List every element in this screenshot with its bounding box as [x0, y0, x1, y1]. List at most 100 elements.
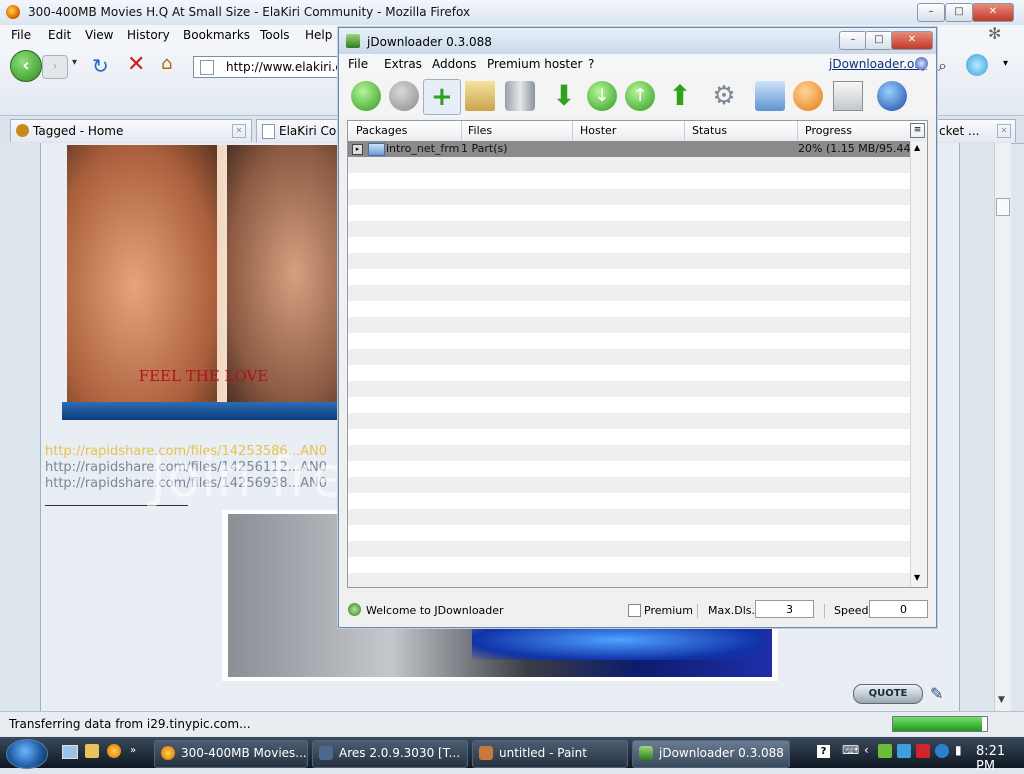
- tab-other[interactable]: cket ... ✕: [934, 119, 1016, 142]
- jdownloader-icon: [639, 746, 653, 760]
- minimize-button[interactable]: –: [917, 3, 945, 22]
- forward-arrow-icon[interactable]: ›: [42, 55, 68, 79]
- taskbar-item-paint[interactable]: untitled - Paint: [472, 740, 628, 768]
- move-up-icon[interactable]: ↑: [625, 81, 655, 111]
- jd-menu-help[interactable]: ?: [588, 57, 594, 71]
- show-desktop-icon[interactable]: [62, 745, 78, 759]
- move-down-icon[interactable]: ↓: [587, 81, 617, 111]
- maxdls-spinner[interactable]: 3: [755, 600, 814, 618]
- quote-button[interactable]: QUOTE: [853, 684, 923, 704]
- jd-menu-premium-hoster[interactable]: Premium hoster: [487, 57, 582, 71]
- open-folder-icon[interactable]: [465, 81, 495, 111]
- menu-tools[interactable]: Tools: [260, 28, 290, 42]
- system-clock[interactable]: 8:21 PM: [976, 744, 1024, 774]
- menu-help[interactable]: Help: [305, 28, 332, 42]
- premium-icon[interactable]: [793, 81, 823, 111]
- url-text: http://www.elakiri.c: [226, 60, 342, 74]
- settings-gear-icon[interactable]: ⚙: [709, 81, 739, 111]
- menu-bookmarks[interactable]: Bookmarks: [183, 28, 250, 42]
- table-row[interactable]: ▸ intro_net_frmw 1 Part(s) 20% (1.15 MB/…: [348, 141, 910, 157]
- scroll-down-icon[interactable]: ▼: [998, 695, 1005, 705]
- help-icon[interactable]: ?: [817, 745, 830, 758]
- column-chooser-icon[interactable]: ≡: [910, 123, 925, 138]
- start-orb-icon[interactable]: [6, 739, 48, 769]
- taskbar-item-jdownloader[interactable]: jDownloader 0.3.088: [632, 740, 790, 768]
- quick-launch-more-icon[interactable]: »: [130, 745, 136, 756]
- maximize-button[interactable]: □: [945, 3, 973, 22]
- reload-icon[interactable]: ↻: [92, 54, 109, 78]
- column-packages[interactable]: Packages: [356, 124, 407, 137]
- trash-icon[interactable]: [505, 81, 535, 111]
- column-status[interactable]: Status: [692, 124, 727, 137]
- scroll-up-icon[interactable]: ▲: [914, 143, 920, 152]
- search-icon[interactable]: ⌕: [938, 56, 947, 76]
- page-scrollbar[interactable]: ▼: [994, 143, 1011, 711]
- premium-checkbox[interactable]: [628, 604, 641, 617]
- close-button[interactable]: ✕: [972, 3, 1014, 22]
- table-scrollbar[interactable]: ▲ ▼: [910, 141, 927, 587]
- start-download-icon[interactable]: [351, 81, 381, 111]
- tab-tagged-home[interactable]: Tagged - Home ✕: [10, 119, 252, 142]
- jd-menu-addons[interactable]: Addons: [432, 57, 476, 71]
- speed-spinner[interactable]: 0: [869, 600, 928, 618]
- jd-app-icon: [346, 34, 360, 48]
- back-arrow-icon[interactable]: ‹: [10, 50, 42, 82]
- history-dropdown-icon[interactable]: ▾: [72, 57, 77, 68]
- tab-elakiri[interactable]: ElaKiri Co: [256, 119, 342, 142]
- tray-network-icon[interactable]: [897, 744, 911, 758]
- loading-throbber-icon: ✻: [988, 24, 1002, 43]
- taskbar-item-firefox[interactable]: 300-400MB Movies...: [154, 740, 308, 768]
- add-links-button[interactable]: +: [423, 79, 461, 115]
- jd-status-bar: Welcome to JDownloader Premium Max.Dls. …: [339, 596, 936, 626]
- skype-icon[interactable]: [966, 54, 988, 76]
- jd-menu-file[interactable]: File: [348, 57, 368, 71]
- jd-status-icon: [348, 603, 361, 616]
- tray-expand-icon[interactable]: ‹: [864, 743, 869, 757]
- poster-face-left: [67, 145, 217, 402]
- column-hoster[interactable]: Hoster: [580, 124, 616, 137]
- column-files[interactable]: Files: [468, 124, 492, 137]
- multiquote-icon[interactable]: ✎: [930, 684, 943, 703]
- pause-download-icon[interactable]: [389, 81, 419, 111]
- taskbar-label: 300-400MB Movies...: [181, 746, 307, 760]
- ares-icon: [319, 746, 333, 760]
- table-header: Packages Files Hoster Status Progress ≡: [348, 121, 927, 142]
- jd-close-button[interactable]: ✕: [891, 31, 933, 50]
- jd-maximize-button[interactable]: □: [865, 31, 893, 50]
- quick-launch-firefox-icon[interactable]: [107, 744, 121, 758]
- reconnect-icon[interactable]: [755, 81, 785, 111]
- move-top-icon[interactable]: ⬆: [665, 81, 695, 111]
- close-tab-icon[interactable]: ✕: [997, 124, 1011, 138]
- clipboard-icon[interactable]: [833, 81, 863, 111]
- taskbar-item-ares[interactable]: Ares 2.0.9.3030 [T...: [312, 740, 468, 768]
- scroll-thumb[interactable]: [996, 198, 1010, 216]
- quick-launch-folder-icon[interactable]: [85, 744, 99, 758]
- chevron-down-icon[interactable]: ▾: [1003, 58, 1008, 69]
- menu-file[interactable]: File: [11, 28, 31, 42]
- welcome-text: Welcome to JDownloader: [366, 604, 504, 617]
- progress-fill: [893, 717, 983, 731]
- menu-edit[interactable]: Edit: [48, 28, 71, 42]
- firefox-icon: [6, 5, 20, 19]
- close-tab-icon[interactable]: ✕: [232, 124, 246, 138]
- tray-signal-icon[interactable]: ▮: [955, 743, 962, 757]
- tray-antivirus-icon[interactable]: [916, 744, 930, 758]
- scroll-down-icon[interactable]: ▼: [914, 573, 920, 582]
- menu-view[interactable]: View: [85, 28, 113, 42]
- tray-skype-icon[interactable]: [935, 744, 949, 758]
- taskbar-label: jDownloader 0.3.088: [659, 746, 784, 760]
- update-icon[interactable]: [877, 81, 907, 111]
- menu-history[interactable]: History: [127, 28, 170, 42]
- language-icon[interactable]: ⌨: [842, 743, 859, 757]
- column-progress[interactable]: Progress: [805, 124, 852, 137]
- jd-menu-extras[interactable]: Extras: [384, 57, 422, 71]
- stop-icon[interactable]: ✕: [127, 52, 145, 77]
- home-icon[interactable]: ⌂: [161, 53, 172, 74]
- jd-minimize-button[interactable]: –: [839, 31, 867, 50]
- tray-jdownloader-icon[interactable]: [878, 744, 892, 758]
- download-arrow-icon[interactable]: ⬇: [549, 81, 579, 111]
- taskbar-label: untitled - Paint: [499, 746, 587, 760]
- expand-icon[interactable]: ▸: [352, 144, 363, 155]
- jd-website-link[interactable]: jDownloader.org: [829, 57, 927, 71]
- url-bar[interactable]: http://www.elakiri.c: [193, 56, 345, 78]
